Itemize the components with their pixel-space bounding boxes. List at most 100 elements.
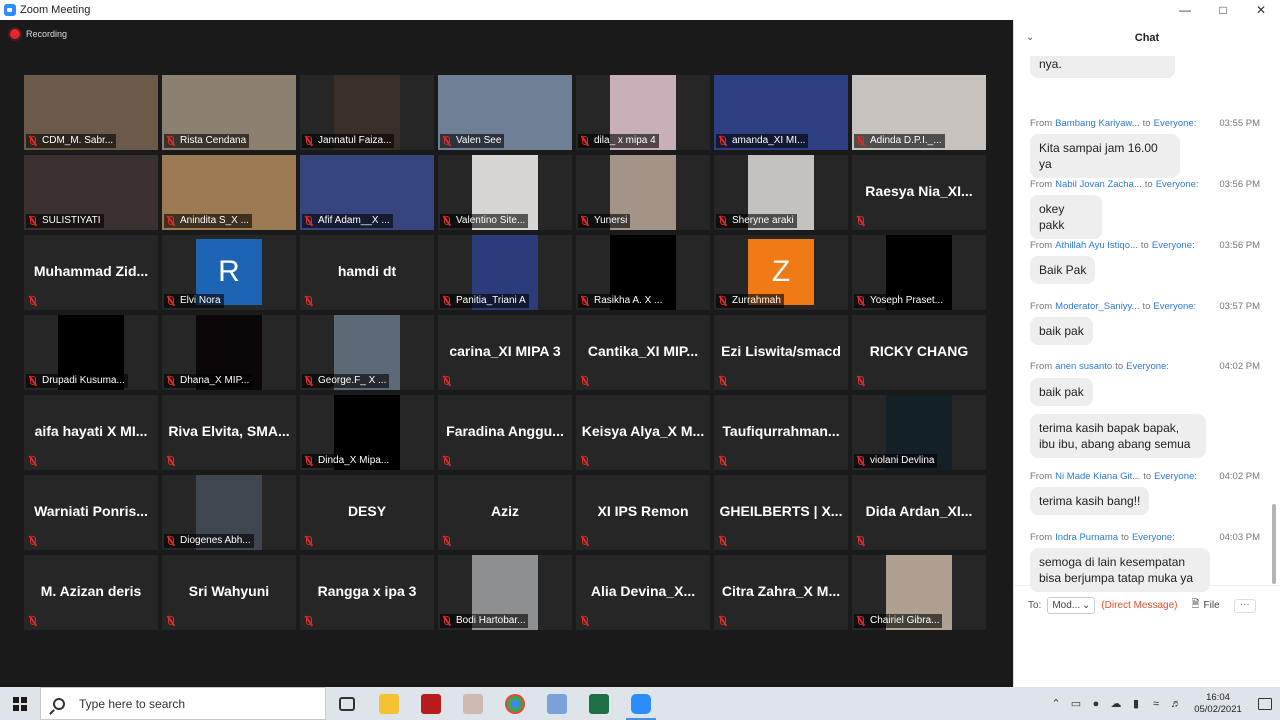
participant-tile[interactable]: Afif Adam__X ... <box>300 155 434 230</box>
wifi-icon[interactable]: ≈ <box>1146 698 1166 710</box>
from-label: From <box>1030 240 1053 251</box>
participant-name-label: CDM_M. Sabr... <box>26 134 117 148</box>
message-recipient[interactable]: Everyone: <box>1126 361 1169 372</box>
participant-tile[interactable]: XI IPS Remon <box>576 475 710 550</box>
participant-tile[interactable]: SULISTIYATI <box>24 155 158 230</box>
participant-tile[interactable]: R Elvi Nora <box>162 235 296 310</box>
participant-tile[interactable]: Sri Wahyuni <box>162 555 296 630</box>
message-sender[interactable]: Bambang Kariyaw... <box>1055 118 1140 129</box>
message-sender[interactable]: Indra Purnama <box>1055 532 1118 543</box>
participant-tile[interactable]: hamdi dt <box>300 235 434 310</box>
participant-tile[interactable]: Valentino Site... <box>438 155 572 230</box>
participant-tile[interactable]: Diogenes Abh... <box>162 475 296 550</box>
participant-tile[interactable]: Rasikha A. X ... <box>576 235 710 310</box>
recording-indicator[interactable]: Recording <box>10 29 67 39</box>
participant-tile[interactable]: Rista Cendana <box>162 75 296 150</box>
taskbar-search[interactable]: Type here to search <box>40 687 326 720</box>
message-sender[interactable]: Ni Made Kiana Git... <box>1055 471 1140 482</box>
participant-tile[interactable]: Riva Elvita, SMA... <box>162 395 296 470</box>
participant-name-label: Chairiel Gibra... <box>854 614 943 628</box>
participant-tile[interactable]: Warniati Ponris... <box>24 475 158 550</box>
message-sender[interactable]: Nabil Jovan Zacha... <box>1055 179 1142 190</box>
participant-tile[interactable]: Dhana_X MIP... <box>162 315 296 390</box>
notification-button[interactable] <box>1250 697 1280 710</box>
participant-display-name: aifa hayati X MI... <box>34 423 148 439</box>
participant-tile[interactable]: George.F_ X ... <box>300 315 434 390</box>
scrollbar-thumb[interactable] <box>1272 504 1276 584</box>
taskbar-app-red[interactable] <box>410 687 452 720</box>
participant-tile[interactable]: Faradina Anggu... <box>438 395 572 470</box>
participant-tile[interactable]: Bodi Hartobar... <box>438 555 572 630</box>
recipient-dropdown[interactable]: Mod... ⌄ <box>1047 597 1096 614</box>
message-sender[interactable]: Athillah Ayu Istiqo... <box>1055 240 1138 251</box>
participant-tile[interactable]: GHEILBERTS | X... <box>714 475 848 550</box>
participant-tile[interactable]: Alia Devina_X... <box>576 555 710 630</box>
participant-tile[interactable]: Dida Ardan_XI... <box>852 475 986 550</box>
participant-tile[interactable]: CDM_M. Sabr... <box>24 75 158 150</box>
participant-tile[interactable]: Taufiqurrahman... <box>714 395 848 470</box>
more-options-button[interactable]: ··· <box>1233 598 1256 613</box>
participant-tile[interactable]: Rangga x ipa 3 <box>300 555 434 630</box>
task-view-button[interactable] <box>326 687 368 720</box>
message-recipient[interactable]: Everyone: <box>1154 471 1197 482</box>
participant-tile[interactable]: Muhammad Zid... <box>24 235 158 310</box>
participant-tile[interactable]: violani Devlina <box>852 395 986 470</box>
participant-tile[interactable]: Adinda D.P.I._... <box>852 75 986 150</box>
volume-icon[interactable]: ♬ <box>1166 698 1186 710</box>
chat-scrollbar[interactable] <box>1272 60 1276 590</box>
message-bubble: terima kasih bapak bapak, ibu ibu, abang… <box>1030 414 1206 458</box>
message-recipient[interactable]: Everyone: <box>1153 301 1196 312</box>
message-recipient[interactable]: Everyone: <box>1132 532 1175 543</box>
paint-app-icon <box>547 693 567 714</box>
maximize-button[interactable]: □ <box>1204 0 1242 20</box>
cloud-icon[interactable]: ☁ <box>1106 697 1126 710</box>
close-button[interactable]: ✕ <box>1242 0 1280 20</box>
participant-tile[interactable]: Jannatul Faiza... <box>300 75 434 150</box>
chevron-up-icon[interactable]: ⌃ <box>1046 697 1066 710</box>
muted-microphone-icon <box>304 216 313 226</box>
participant-tile[interactable]: Drupadi Kusuma... <box>24 315 158 390</box>
message-recipient[interactable]: Everyone: <box>1152 240 1195 251</box>
participant-tile[interactable]: aifa hayati X MI... <box>24 395 158 470</box>
battery-icon[interactable]: ▮ <box>1126 697 1146 710</box>
participant-tile[interactable]: Z Zurrahmah <box>714 235 848 310</box>
network-icon[interactable]: ▭ <box>1066 697 1086 710</box>
participant-tile[interactable]: DESY <box>300 475 434 550</box>
file-button[interactable]: 🗎 File <box>1191 597 1219 614</box>
participant-tile[interactable]: amanda_XI MI... <box>714 75 848 150</box>
chevron-down-icon[interactable]: ⌄ <box>1026 32 1034 43</box>
message-recipient[interactable]: Everyone: <box>1154 118 1197 129</box>
participant-tile[interactable]: Aziz <box>438 475 572 550</box>
participant-tile[interactable]: Citra Zahra_X M... <box>714 555 848 630</box>
minimize-button[interactable]: — <box>1166 0 1204 20</box>
message-sender[interactable]: Moderator_Saniyy... <box>1055 301 1139 312</box>
participant-tile[interactable]: Anindita S_X ... <box>162 155 296 230</box>
microphone-icon[interactable]: ● <box>1086 698 1106 710</box>
participant-tile[interactable]: Chairiel Gibra... <box>852 555 986 630</box>
participant-tile[interactable]: carina_XI MIPA 3 <box>438 315 572 390</box>
participant-tile[interactable]: Yunersi <box>576 155 710 230</box>
excel-button[interactable] <box>578 687 620 720</box>
participant-name-label: Adinda D.P.I._... <box>854 134 945 148</box>
participant-tile[interactable]: M. Azizan deris <box>24 555 158 630</box>
taskbar-app-game[interactable] <box>452 687 494 720</box>
participant-tile[interactable]: Keisya Alya_X M... <box>576 395 710 470</box>
start-button[interactable] <box>0 687 40 720</box>
message-sender[interactable]: anen susanto <box>1055 361 1112 372</box>
participant-tile[interactable]: Dinda_X Mipa... <box>300 395 434 470</box>
participant-tile[interactable]: Panitia_Triani A <box>438 235 572 310</box>
participant-tile[interactable]: Raesya Nia_XI... <box>852 155 986 230</box>
participant-tile[interactable]: Cantika_XI MIP... <box>576 315 710 390</box>
participant-tile[interactable]: dila_ x mipa 4 <box>576 75 710 150</box>
participant-tile[interactable]: Ezi Liswita/smacd <box>714 315 848 390</box>
participant-tile[interactable]: Sheryne araki <box>714 155 848 230</box>
zoom-taskbar-button[interactable] <box>620 687 662 720</box>
file-explorer-button[interactable] <box>368 687 410 720</box>
participant-tile[interactable]: Yoseph Praset... <box>852 235 986 310</box>
participant-tile[interactable]: RICKY CHANG <box>852 315 986 390</box>
taskbar-clock[interactable]: 16:04 05/02/2021 <box>1186 692 1250 716</box>
taskbar-app-paint[interactable] <box>536 687 578 720</box>
participant-tile[interactable]: Valen See <box>438 75 572 150</box>
chrome-button[interactable] <box>494 687 536 720</box>
message-recipient[interactable]: Everyone: <box>1156 179 1199 190</box>
